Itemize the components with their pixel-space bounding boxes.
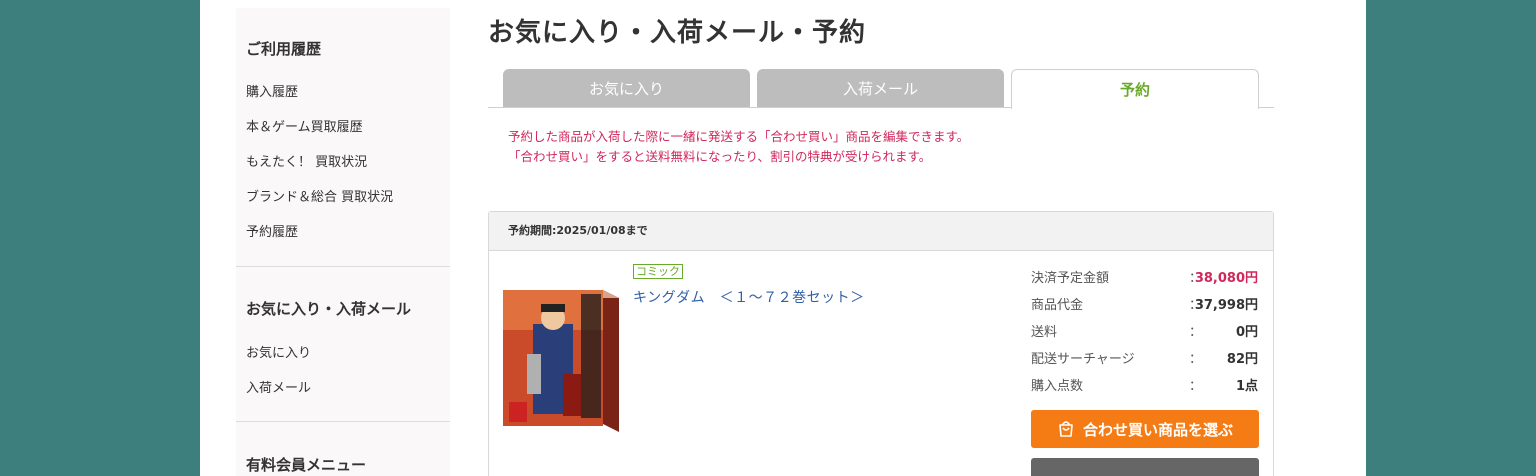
summary-label-shipping: 送料 <box>1031 325 1058 340</box>
sidebar-item-moetaku-status[interactable]: もえたく！ 買取状況 <box>246 151 367 170</box>
sidebar: ご利用履歴 購入履歴 本＆ゲーム買取履歴 もえたく！ 買取状況 ブランド＆総合 … <box>236 8 450 476</box>
sidebar-history-title: ご利用履歴 <box>246 40 322 58</box>
summary-value-surcharge: 82円 <box>1226 352 1258 367</box>
sidebar-item-buyback-history[interactable]: 本＆ゲーム買取履歴 <box>246 116 363 135</box>
sidebar-paid-title: 有料会員メニュー <box>246 456 367 474</box>
select-bundle-items-button[interactable]: 合わせ買い商品を選ぶ <box>1031 410 1259 448</box>
sidebar-item-purchase-history[interactable]: 購入履歴 <box>246 81 298 100</box>
tab-favorites[interactable]: お気に入り <box>503 69 750 107</box>
sidebar-item-stock-mail[interactable]: 入荷メール <box>246 377 311 396</box>
summary-label-total: 決済予定金額 <box>1031 271 1110 286</box>
secondary-action-button[interactable] <box>1031 458 1259 476</box>
summary-value-shipping: 0円 <box>1235 325 1258 340</box>
summary-colon: ： <box>1189 352 1203 367</box>
summary-value-total: 38,080円 <box>1194 271 1258 286</box>
sidebar-item-brand-status[interactable]: ブランド＆総合 買取状況 <box>246 186 393 205</box>
summary-value-quantity: 1点 <box>1235 379 1258 394</box>
summary-label-item-price: 商品代金 <box>1031 298 1084 313</box>
page-title: お気に入り・入荷メール・予約 <box>488 18 867 48</box>
page: ご利用履歴 購入履歴 本＆ゲーム買取履歴 もえたく！ 買取状況 ブランド＆総合 … <box>200 0 1366 476</box>
product-name-link[interactable]: キングダム ＜１〜７２巻セット＞ <box>633 287 865 307</box>
summary-label-surcharge: 配送サーチャージ <box>1031 352 1135 367</box>
genre-badge: コミック <box>633 264 683 279</box>
notice-line-1: 予約した商品が入荷した際に一緒に発送する「合わせ買い」商品を編集できます。 <box>508 129 970 144</box>
reservation-period: 予約期間:2025/01/08まで <box>489 212 1273 251</box>
notice-line-2: 「合わせ買い」をすると送料無料になったり、割引の特典が受けられます。 <box>508 149 932 164</box>
sidebar-item-favorites[interactable]: お気に入り <box>246 342 311 361</box>
sidebar-divider <box>236 266 450 267</box>
tab-stock-mail[interactable]: 入荷メール <box>757 69 1004 107</box>
sidebar-favorites-title: お気に入り・入荷メール <box>246 300 412 318</box>
sidebar-item-reservation-history[interactable]: 予約履歴 <box>246 221 298 240</box>
tab-reservation[interactable]: 予約 <box>1011 69 1259 109</box>
product-cover-image[interactable] <box>503 284 619 432</box>
select-bundle-items-label: 合わせ買い商品を選ぶ <box>1082 420 1233 439</box>
cart-icon <box>1059 421 1073 437</box>
sidebar-divider <box>236 421 450 422</box>
summary-colon: ： <box>1189 325 1203 340</box>
summary-colon: ： <box>1189 379 1203 394</box>
reservation-card: 予約期間:2025/01/08まで コミック キングダム ＜１〜７２巻セット＞ … <box>488 211 1274 476</box>
summary-value-item-price: 37,998円 <box>1194 298 1258 313</box>
summary-label-quantity: 購入点数 <box>1031 379 1084 394</box>
